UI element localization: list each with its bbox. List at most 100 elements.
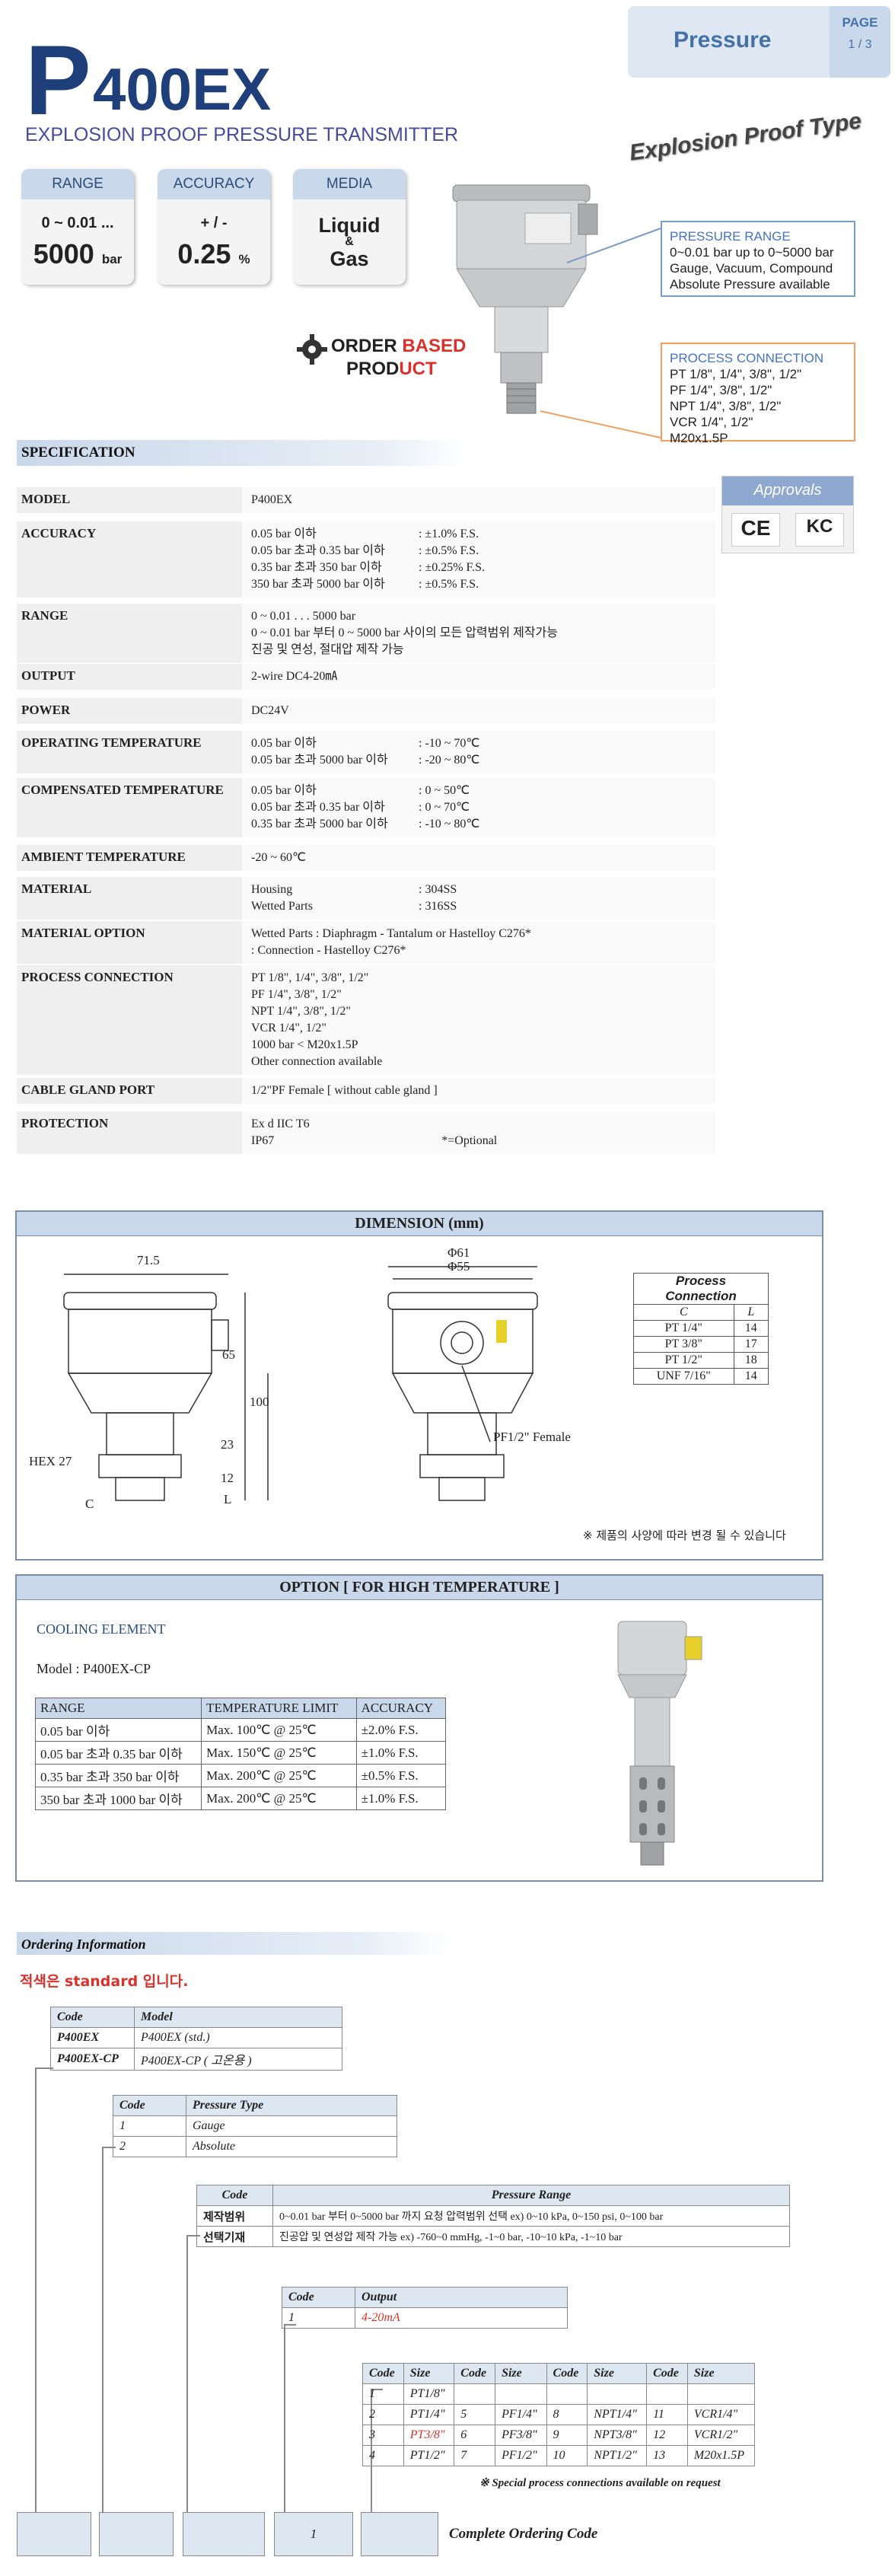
spec-value: Ex d IIC T6 IP67 *=Optional [242,1111,715,1154]
spec-value-text: IP67 [251,1134,275,1147]
spec-value-detail: : ±0.25% F.S. [419,561,486,574]
connector-line [186,2235,188,2555]
opt-cell: 0.05 bar 이하 [34,1718,202,1742]
spec-row: CABLE GLAND PORT 1/2"PF Female [ without … [17,1078,715,1104]
code-box-size[interactable] [361,2512,438,2556]
spec-value: PT 1/8", 1/4", 3/8", 1/2" PF 1/4", 3/8", … [242,965,715,1075]
dim-width: 71.5 [137,1253,160,1267]
model-th: Code [50,2007,135,2028]
size-value: PF1/2" [495,2445,547,2466]
pressure-range-callout: PRESSURE RANGE 0~0.01 bar up to 0~5000 b… [661,221,855,297]
pc-cell: PT 1/4" [633,1320,734,1337]
spec-value-text: Wetted Parts : Diaphragm - Tantalum or H… [251,927,531,940]
spec-value-text: 0.35 bar 초과 350 bar 이하 [251,561,382,574]
opt-cell: ±1.0% F.S. [355,1741,447,1765]
ptype-th: Code [113,2095,186,2116]
pressure-range-line: Gauge, Vacuum, Compound [670,261,833,276]
size-code: 7 [454,2445,496,2466]
pc-cell: PT 3/8" [633,1336,734,1353]
spec-value: Housing: 304SS Wetted Parts: 316SS [242,877,715,920]
size-value: PT1/2" [403,2445,455,2466]
spec-value-text: -20 ~ 60℃ [251,851,306,864]
code-box-type[interactable] [99,2512,174,2556]
opt-cell: Max. 200℃ @ 25℃ [201,1787,357,1810]
spec-value: 0.05 bar 이하: 0 ~ 50℃ 0.05 bar 초과 0.35 bar… [242,778,715,837]
dim-pf-female: PF1/2" Female [493,1430,571,1444]
spec-row: OUTPUT 2-wire DC4-20㎃ [17,664,715,690]
size-table: Code Size Code Size Code Size Code Size 1 PT1/8" 2… [362,2363,756,2466]
size-value: NPT1/4" [587,2404,648,2425]
prange-code: 제작범위 [196,2205,273,2227]
spec-row: ACCURACY 0.05 bar 이하: ±1.0% F.S. 0.05 bar … [17,521,715,598]
cooling-element-label: COOLING ELEMENT [37,1621,166,1637]
pressure-range-line: Absolute Pressure available [670,277,830,292]
option-model-label: Model : P400EX-CP [37,1661,151,1676]
spec-value-text: Other connection available [251,1055,383,1068]
output-table: Code Output 1 4-20mA [282,2287,568,2329]
ptype-code: 2 [113,2136,186,2157]
size-value: PT1/8" [403,2383,455,2405]
opt-cell: Max. 100℃ @ 25℃ [201,1718,357,1742]
code-box-model[interactable] [17,2512,91,2556]
size-th: Code [546,2363,588,2384]
spec-value: 1/2"PF Female [ without cable gland ] [242,1078,715,1104]
model-code-table: Code Model P400EX P400EX (std.) P400EX-CP P… [50,2007,342,2071]
spec-value-detail: : ±0.5% F.S. [419,544,479,557]
spec-key: RANGE [17,604,242,663]
spec-value-detail: : 316SS [419,900,457,913]
size-th: Code [454,2363,496,2384]
spec-row: POWER DC24V [17,698,715,724]
dim-d55: Φ55 [448,1259,470,1274]
opt-cell: ±2.0% F.S. [355,1718,447,1742]
process-connection-line: VCR 1/4", 1/2" [670,415,753,429]
dimension-title: DIMENSION (mm) [17,1212,822,1236]
size-th: Size [403,2363,455,2384]
size-code: 10 [546,2445,588,2466]
code-box-output[interactable]: 1 [274,2512,353,2556]
spec-value-text: PF 1/4", 3/8", 1/2" [251,988,342,1001]
ptype-name: Absolute [186,2136,397,2157]
size-code: 5 [454,2404,496,2425]
spec-value-text: 0.05 bar 초과 5000 bar 이하 [251,754,388,767]
pressure-range-line: 0~0.01 bar up to 0~5000 bar [670,245,834,260]
dim-d61: Φ61 [448,1245,470,1260]
ptype-name: Gauge [186,2115,397,2137]
spec-value-text: 0.05 bar 이하 [251,784,317,797]
spec-row: MODEL P400EX [17,487,715,513]
spec-value-text: 0.05 bar 이하 [251,737,317,750]
dim-h12: 12 [221,1471,234,1485]
spec-value-text: 0 ~ 0.01 bar 부터 0 ~ 5000 bar 사이의 모든 압력범위… [251,626,558,639]
process-connection-title: PROCESS CONNECTION [670,351,824,365]
process-connection-line: M20x1.5P [670,431,728,445]
option-table: RANGE TEMPERATURE LIMIT ACCURACY 0.05 bar … [34,1698,447,1810]
size-value: PT1/4" [403,2404,455,2425]
pressure-range-table: Code Pressure Range 제작범위 0~0.01 bar 부터 0~5… [196,2185,790,2247]
opt-header: TEMPERATURE LIMIT [201,1698,357,1719]
code-box-range[interactable] [183,2512,265,2556]
spec-value-text: 0.05 bar 초과 0.35 bar 이하 [251,544,385,557]
spec-value: DC24V [242,698,715,724]
spec-value-text: DC24V [251,704,289,717]
size-code [546,2383,588,2405]
ordering-title: Ordering Information [17,1932,451,1955]
spec-value: -20 ~ 60℃ [242,845,715,871]
model-code: P400EX [50,2027,135,2048]
option-title: OPTION [ FOR HIGH TEMPERATURE ] [17,1576,822,1600]
spec-value-text: 0.05 bar 이하 [251,528,317,540]
spec-value-text: PT 1/8", 1/4", 3/8", 1/2" [251,971,369,984]
spec-value-text: 2-wire DC4-20㎃ [251,670,338,683]
connector-line [102,2147,104,2555]
spec-value-text: VCR 1/4", 1/2" [251,1022,326,1035]
size-value: VCR1/2" [686,2425,756,2446]
complete-ordering-label: Complete Ordering Code [449,2526,598,2542]
size-value: NPT1/2" [587,2445,648,2466]
prange-code: 선택기재 [196,2226,273,2247]
size-value: PF3/8" [495,2425,547,2446]
spec-value-text: Housing [251,883,293,896]
spec-value-text: 350 bar 초과 5000 bar 이하 [251,578,385,591]
size-code: 12 [646,2425,688,2446]
spec-value-text: 0.05 bar 초과 0.35 bar 이하 [251,801,385,814]
size-value [495,2383,547,2405]
spec-value: 2-wire DC4-20㎃ [242,664,715,690]
size-code: 3 [362,2425,404,2446]
